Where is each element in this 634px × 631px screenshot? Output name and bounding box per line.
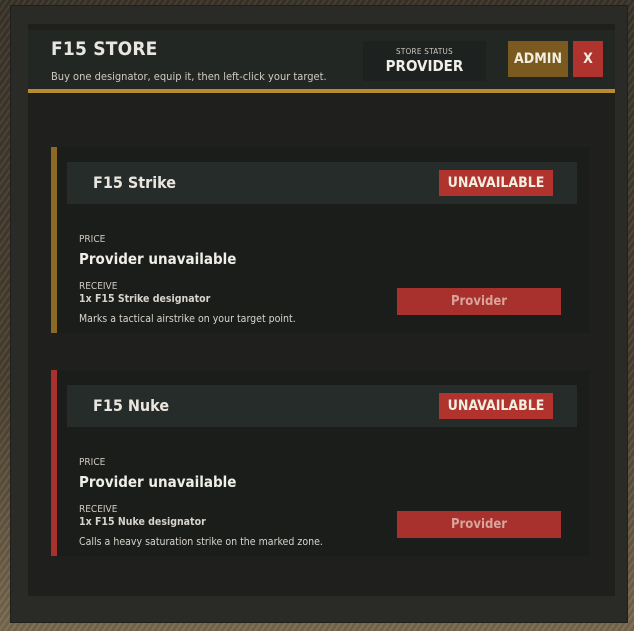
item-description: Marks a tactical airstrike on your targe… [79, 313, 296, 325]
page-title: F15 STORE [51, 38, 158, 60]
store-item-card: F15 Nuke UNAVAILABLE PRICE Provider unav… [51, 370, 590, 556]
admin-button[interactable]: ADMIN [508, 41, 568, 77]
store-status: STORE STATUS PROVIDER [363, 41, 486, 81]
receive-label: RECEIVE [79, 504, 118, 515]
provider-button[interactable]: Provider [397, 511, 561, 538]
receive-item: 1x F15 Strike designator [79, 293, 211, 305]
item-description: Calls a heavy saturation strike on the m… [79, 536, 323, 548]
receive-label: RECEIVE [79, 281, 118, 292]
store-status-value: PROVIDER [385, 57, 464, 75]
price-label: PRICE [79, 234, 106, 245]
page-subtitle: Buy one designator, equip it, then left-… [51, 70, 327, 83]
store-item-card: F15 Strike UNAVAILABLE PRICE Provider un… [51, 147, 590, 333]
item-name: F15 Nuke [93, 396, 170, 415]
price-value: Provider unavailable [79, 473, 237, 491]
price-label: PRICE [79, 457, 106, 468]
provider-button[interactable]: Provider [397, 288, 561, 315]
item-card-header: F15 Nuke UNAVAILABLE [67, 385, 577, 427]
close-button[interactable]: X [573, 41, 603, 77]
status-badge: UNAVAILABLE [439, 393, 553, 419]
price-value: Provider unavailable [79, 250, 237, 268]
store-status-label: STORE STATUS [396, 47, 453, 56]
status-badge: UNAVAILABLE [439, 170, 553, 196]
header-divider [28, 89, 615, 93]
receive-item: 1x F15 Nuke designator [79, 516, 206, 528]
item-name: F15 Strike [93, 173, 177, 192]
item-card-header: F15 Strike UNAVAILABLE [67, 162, 577, 204]
